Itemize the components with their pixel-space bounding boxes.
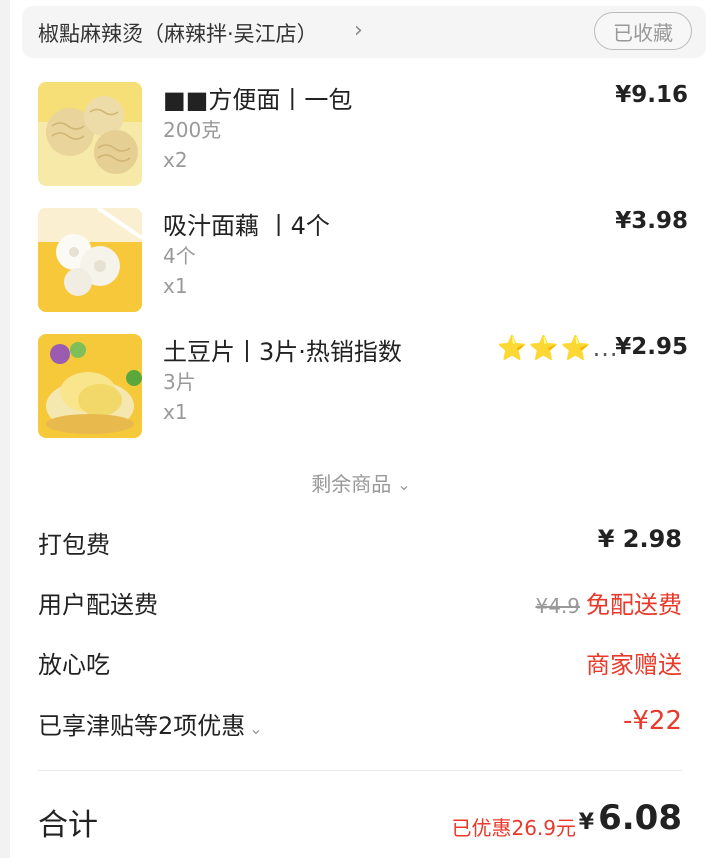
more-items-toggle[interactable]: 剩余商品 ⌄	[10, 468, 712, 497]
total-number: 6.08	[598, 798, 682, 838]
favorite-button[interactable]: 已收藏	[594, 12, 692, 50]
original-delivery-fee: ¥4.9	[535, 594, 580, 618]
item-qty: x2	[163, 148, 188, 172]
item-price: ¥3.98	[615, 208, 688, 234]
fee-label: 打包费	[38, 531, 110, 559]
order-item[interactable]: ■■方便面丨一包 200克 x2 ¥9.16	[38, 82, 688, 188]
rating-stars: ⭐⭐⭐...	[497, 334, 619, 362]
store-header[interactable]: 椒點麻辣烫（麻辣拌·吴江店） › 已收藏	[22, 6, 706, 58]
item-spec: 3片	[163, 370, 196, 394]
item-spec: 200克	[163, 118, 222, 142]
saved-amount: 已优惠26.9元	[451, 816, 576, 840]
chevron-down-icon: ⌄	[397, 475, 411, 494]
fee-value: 商家赠送	[586, 651, 682, 679]
fee-value: ¥4.9 免配送费	[535, 585, 682, 620]
total-label: 合计	[38, 808, 98, 843]
order-card: 椒點麻辣烫（麻辣拌·吴江店） › 已收藏 ■■方便面丨一包 200克 x2 ¥9…	[10, 0, 712, 858]
currency-symbol: ¥	[578, 810, 595, 835]
assurance-row: 放心吃 商家赠送	[38, 645, 682, 685]
more-items-label: 剩余商品	[311, 472, 392, 496]
free-delivery-label: 免配送费	[586, 591, 682, 619]
fee-label: 用户配送费	[38, 591, 158, 619]
item-price: ¥2.95	[615, 334, 688, 360]
item-image-noodles	[38, 82, 142, 186]
item-name: 土豆片丨3片·热销指数	[163, 338, 402, 366]
delivery-fee-row: 用户配送费 ¥4.9 免配送费	[38, 585, 682, 625]
total-amount: ¥6.08	[579, 798, 682, 838]
discount-text: 已享津贴等2项优惠	[38, 712, 246, 740]
order-item[interactable]: 土豆片丨3片·热销指数 3片 x1 ⭐⭐⭐... ¥2.95	[38, 334, 688, 440]
chevron-right-icon[interactable]: ›	[354, 18, 363, 43]
packing-fee-row: 打包费 ¥ 2.98	[38, 525, 682, 565]
fee-value: ¥ 2.98	[597, 525, 682, 553]
discount-label[interactable]: 已享津贴等2项优惠 ⌄	[38, 706, 263, 741]
item-image-lotus-noodle	[38, 208, 142, 312]
discount-value: -¥22	[622, 706, 682, 736]
item-spec: 4个	[163, 244, 196, 268]
item-price: ¥9.16	[615, 82, 688, 108]
item-name: ■■方便面丨一包	[163, 86, 353, 114]
item-image-potato-slices	[38, 334, 142, 438]
chevron-down-icon: ⌄	[249, 719, 263, 738]
store-name[interactable]: 椒點麻辣烫（麻辣拌·吴江店）	[38, 18, 318, 48]
item-name: 吸汁面藕 丨4个	[163, 212, 330, 240]
discount-row[interactable]: 已享津贴等2项优惠 ⌄ -¥22	[38, 706, 682, 746]
star-icon: ⭐⭐⭐	[497, 334, 593, 362]
item-qty: x1	[163, 400, 188, 424]
divider	[38, 770, 682, 771]
fee-label: 放心吃	[38, 651, 110, 679]
item-qty: x1	[163, 274, 188, 298]
order-item[interactable]: 吸汁面藕 丨4个 4个 x1 ¥3.98	[38, 208, 688, 314]
